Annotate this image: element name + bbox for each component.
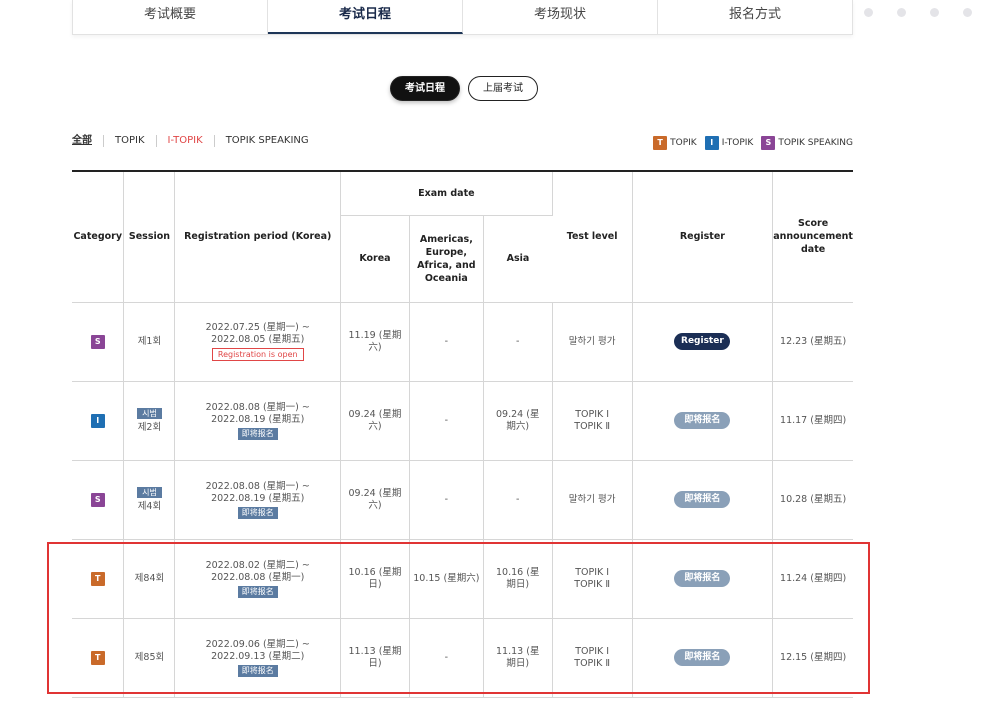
reg-period: 2022.07.25 (星期一) ~ 2022.08.05 (星期五) [205, 322, 310, 345]
test-level: TOPIK Ⅰ TOPIK Ⅱ [552, 618, 633, 698]
score-date: 10.28 (星期五) [772, 460, 853, 540]
table-row: T 제85회 2022.09.06 (星期二) ~ 2022.09.13 (星期… [72, 618, 853, 698]
score-date: 11.24 (星期四) [772, 539, 853, 619]
trial-badge: 시범 [137, 407, 162, 419]
topik-badge-icon: T [90, 650, 105, 665]
header-test-level: Test level [552, 170, 633, 303]
tab-exam-overview[interactable]: 考试概要 [73, 0, 268, 34]
i-topik-badge-icon: I [704, 136, 719, 150]
legend-label: TOPIK SPEAKING [778, 138, 853, 148]
table-row: S 시범제4회 2022.08.08 (星期一) ~ 2022.08.19 (星… [72, 460, 853, 540]
header-score-date: Score announcement date [772, 170, 853, 303]
korea-date: 10.16 (星期日) [340, 539, 410, 619]
category-legend: T TOPIK I I-TOPIK S TOPIK SPEAKING [649, 136, 853, 150]
header-register: Register [632, 170, 774, 303]
session-cell: 제84회 [123, 539, 176, 619]
test-level: 말하기 평가 [552, 302, 633, 382]
table-row: T 제84회 2022.08.02 (星期二) ~ 2022.08.08 (星期… [72, 539, 853, 619]
category-filters: 全部 TOPIK I-TOPIK TOPIK SPEAKING [72, 135, 320, 147]
topik-badge-icon: T [90, 571, 105, 586]
filter-i-topik[interactable]: I-TOPIK [157, 135, 215, 147]
exam-schedule-table: Category Session Registration period (Ko… [72, 170, 853, 698]
i-topik-badge-icon: I [90, 413, 105, 428]
asia-date: 10.16 (星期日) [483, 539, 553, 619]
topik-badge-icon: T [653, 136, 668, 150]
reg-period: 2022.08.08 (星期一) ~ 2022.08.19 (星期五) [205, 480, 310, 504]
header-asia: Asia [483, 215, 553, 303]
trial-badge: 시범 [137, 486, 162, 498]
dot-icon[interactable] [930, 8, 939, 17]
score-date: 12.23 (星期五) [772, 302, 853, 382]
header-session: Session [123, 170, 176, 303]
table-row: I 시범제2회 2022.08.08 (星期一) ~ 2022.08.19 (星… [72, 381, 853, 461]
filter-topik-speaking[interactable]: TOPIK SPEAKING [215, 135, 320, 147]
header-korea: Korea [340, 215, 410, 303]
korea-date: 09.24 (星期六) [340, 460, 410, 540]
korea-date: 11.13 (星期日) [340, 618, 410, 698]
dot-icon[interactable] [864, 8, 873, 17]
register-button[interactable]: Register [674, 333, 731, 350]
americas-date: 10.15 (星期六) [409, 539, 484, 619]
score-date: 11.17 (星期四) [772, 381, 853, 461]
korea-date: 09.24 (星期六) [340, 381, 410, 461]
score-date: 12.15 (星期四) [772, 618, 853, 698]
asia-date: - [483, 460, 553, 540]
korea-date: 11.19 (星期六) [340, 302, 410, 382]
reg-period: 2022.08.02 (星期二) ~ 2022.08.08 (星期一) [205, 559, 310, 583]
header-category: Category [72, 170, 125, 303]
status-badge: 即将报名 [237, 664, 278, 677]
status-badge: 即将报名 [237, 585, 278, 598]
tab-exam-schedule[interactable]: 考试日程 [268, 0, 463, 34]
legend-label: I-TOPIK [721, 138, 754, 148]
status-badge: 即将报名 [237, 427, 278, 440]
legend-label: TOPIK [670, 138, 697, 148]
coming-soon-button[interactable]: 即将报名 [674, 412, 731, 429]
test-level: TOPIK Ⅰ TOPIK Ⅱ [552, 381, 633, 461]
reg-period: 2022.08.08 (星期一) ~ 2022.08.19 (星期五) [205, 401, 310, 425]
tab-registration-method[interactable]: 报名方式 [658, 0, 852, 34]
americas-date: - [409, 302, 484, 382]
header-exam-date: Exam date [340, 170, 553, 216]
asia-date: 11.13 (星期日) [483, 618, 553, 698]
status-badge: 即将报名 [237, 506, 278, 519]
asia-date: 09.24 (星期六) [483, 381, 553, 461]
tab-venue-status[interactable]: 考场现状 [463, 0, 658, 34]
session-cell: 제85회 [123, 618, 176, 698]
session-cell: 제4회 [137, 500, 162, 512]
table-row: S 제1회 2022.07.25 (星期一) ~ 2022.08.05 (星期五… [72, 302, 853, 382]
coming-soon-button[interactable]: 即将报名 [674, 570, 731, 587]
coming-soon-button[interactable]: 即将报名 [674, 649, 731, 666]
americas-date: - [409, 618, 484, 698]
asia-date: - [483, 302, 553, 382]
americas-date: - [409, 381, 484, 461]
test-level: TOPIK Ⅰ TOPIK Ⅱ [552, 539, 633, 619]
speaking-badge-icon: S [761, 136, 776, 150]
exam-tabs: 考试概要 考试日程 考场现状 报名方式 [72, 0, 853, 35]
pill-previous-exam[interactable]: 上届考试 [468, 76, 538, 101]
session-cell: 제2회 [137, 421, 162, 433]
speaking-badge-icon: S [90, 334, 105, 349]
americas-date: - [409, 460, 484, 540]
dot-icon[interactable] [963, 8, 972, 17]
test-level: 말하기 평가 [552, 460, 633, 540]
filter-all[interactable]: 全部 [72, 135, 104, 147]
coming-soon-button[interactable]: 即将报名 [674, 491, 731, 508]
header-registration: Registration period (Korea) [174, 170, 342, 303]
filter-topik[interactable]: TOPIK [104, 135, 157, 147]
speaking-badge-icon: S [90, 492, 105, 507]
reg-period: 2022.09.06 (星期二) ~ 2022.09.13 (星期二) [205, 638, 310, 662]
status-badge: Registration is open [211, 348, 304, 361]
dot-icon[interactable] [897, 8, 906, 17]
pill-exam-schedule[interactable]: 考试日程 [390, 76, 460, 101]
carousel-dots [864, 8, 972, 17]
schedule-toggle: 考试日程 上届考试 [390, 76, 538, 101]
header-americas: Americas, Europe, Africa, and Oceania [409, 215, 484, 303]
session-cell: 제1회 [123, 302, 176, 382]
